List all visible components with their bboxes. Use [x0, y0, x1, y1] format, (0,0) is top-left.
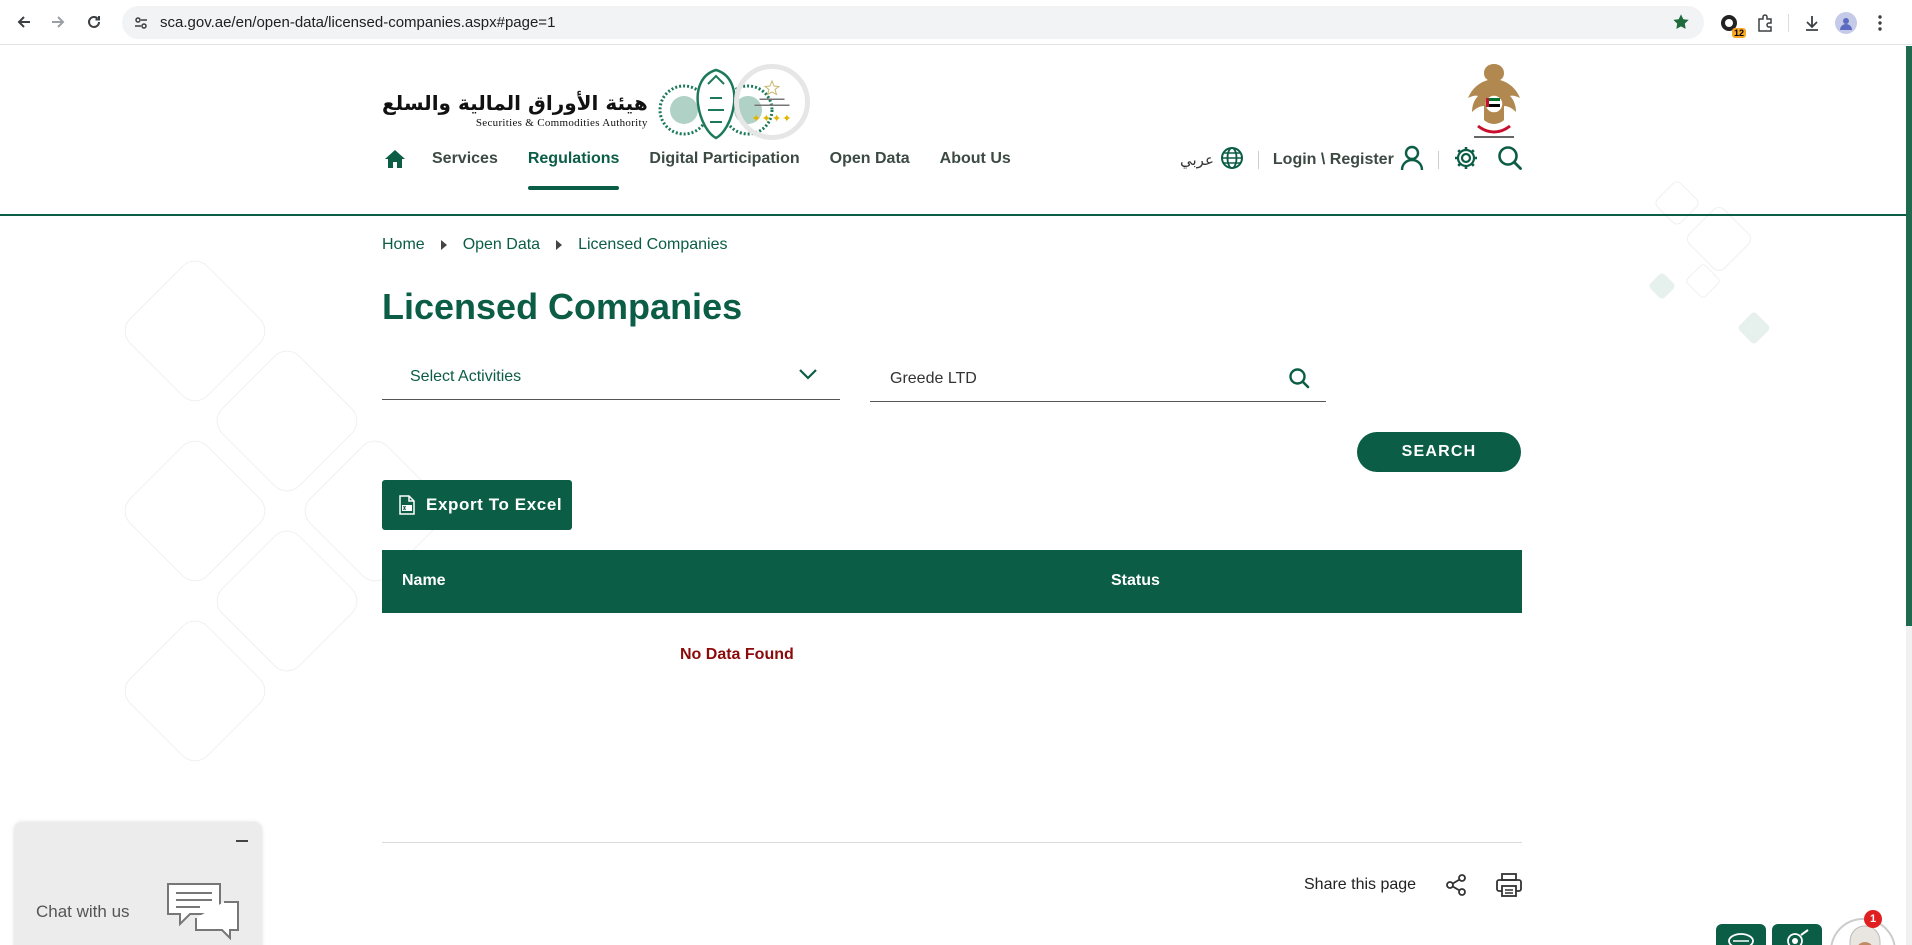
activities-select-label: Select Activities: [410, 367, 522, 385]
browser-menu-icon[interactable]: [1867, 10, 1893, 36]
nav-open-data[interactable]: Open Data: [830, 140, 910, 178]
export-label: Export To Excel: [426, 495, 563, 514]
decor-diamond: [1647, 271, 1677, 301]
accessibility-button[interactable]: [1716, 924, 1766, 945]
share-label: Share this page: [1304, 876, 1417, 893]
header-divider: [0, 214, 1906, 216]
uae-emblem-logo: [1468, 64, 1520, 138]
column-header-status[interactable]: Status: [1111, 572, 1160, 590]
award-emblem-icon: [763, 79, 781, 96]
settings-gear-icon[interactable]: [1453, 145, 1479, 176]
eye-icon: [1787, 929, 1809, 945]
breadcrumb-open-data[interactable]: Open Data: [463, 236, 540, 254]
breadcrumb-separator-icon: [556, 240, 563, 250]
export-to-excel-button[interactable]: Export To Excel: [382, 480, 572, 530]
user-icon[interactable]: [1400, 145, 1424, 176]
extension-icon[interactable]: 12: [1716, 10, 1746, 38]
decor-diamond: [1737, 311, 1771, 345]
toolbar-divider: [1788, 13, 1789, 32]
award-caption: ▬▬▬▬▬ ▬▬▬▬▬▬▬: [754, 95, 790, 108]
search-button[interactable]: SEARCH: [1357, 432, 1521, 472]
excellence-award-logo: ▬▬▬▬▬ ▬▬▬▬▬▬▬ ✦✦✦✦: [734, 64, 810, 140]
excel-file-icon: [399, 495, 415, 515]
chat-label[interactable]: Chat with us: [36, 902, 130, 922]
utility-navigation: عربي Login \ Register: [1180, 144, 1523, 176]
globe-icon[interactable]: [1220, 146, 1244, 175]
column-header-name[interactable]: Name: [402, 572, 446, 590]
breadcrumb: Home Open Data Licensed Companies: [382, 236, 728, 254]
empty-state-message: No Data Found: [680, 646, 794, 663]
logo-arabic-text: هيئة الأوراق المالية والسلع: [382, 91, 648, 115]
assistant-avatar-icon: [1832, 920, 1894, 945]
nav-digital-participation[interactable]: Digital Participation: [649, 140, 799, 178]
page-title: Licensed Companies: [382, 286, 743, 327]
reload-icon[interactable]: [76, 4, 112, 40]
notification-badge: 1: [1864, 910, 1882, 928]
extension-badge: 12: [1731, 27, 1746, 38]
eye-tool-button[interactable]: [1772, 924, 1822, 945]
login-register-link[interactable]: Login \ Register: [1273, 151, 1394, 169]
address-bar[interactable]: sca.gov.ae/en/open-data/licensed-compani…: [122, 6, 1704, 39]
nav-services[interactable]: Services: [432, 140, 498, 178]
company-search-input[interactable]: Greede LTD: [870, 356, 1326, 402]
chevron-down-icon: [799, 369, 817, 380]
nav-divider: [1437, 151, 1439, 169]
award-stars: ✦✦✦✦: [751, 112, 793, 125]
results-table-header: Name Status: [382, 550, 1522, 613]
virtual-assistant-avatar[interactable]: [1830, 918, 1896, 945]
activities-select[interactable]: Select Activities: [382, 354, 840, 400]
print-icon[interactable]: [1496, 873, 1522, 902]
chat-widget[interactable]: Chat with us: [14, 822, 262, 945]
seal-small-icon: [1728, 933, 1754, 945]
download-icon[interactable]: [1799, 10, 1825, 36]
site-settings-icon[interactable]: [122, 15, 160, 31]
search-field-icon[interactable]: [1288, 367, 1310, 389]
main-navigation: Services Regulations Digital Participati…: [382, 138, 1041, 190]
footer-divider: [382, 842, 1522, 843]
nav-divider: [1257, 151, 1259, 169]
url-text[interactable]: sca.gov.ae/en/open-data/licensed-compani…: [160, 14, 555, 31]
nav-regulations[interactable]: Regulations: [527, 140, 619, 190]
profile-avatar[interactable]: [1835, 11, 1857, 34]
page-scrollbar[interactable]: [1906, 46, 1912, 945]
extensions-puzzle-icon[interactable]: [1752, 10, 1778, 36]
breadcrumb-licensed-companies[interactable]: Licensed Companies: [578, 236, 727, 254]
company-search-value[interactable]: Greede LTD: [890, 370, 977, 388]
home-icon[interactable]: [382, 146, 408, 172]
chat-bubble-icon: [167, 883, 239, 940]
scrollbar-thumb[interactable]: [1906, 46, 1912, 626]
decor-diamond: [1652, 178, 1702, 228]
chat-minimize-icon[interactable]: [236, 840, 248, 842]
language-switch-label[interactable]: عربي: [1180, 151, 1214, 169]
share-icon[interactable]: [1444, 873, 1468, 902]
breadcrumb-separator-icon: [440, 240, 447, 250]
browser-toolbar: sca.gov.ae/en/open-data/licensed-compani…: [0, 0, 1912, 45]
page-viewport: هيئة الأوراق المالية والسلع Securities &…: [0, 46, 1906, 945]
back-icon[interactable]: [6, 4, 42, 40]
logo-english-text: Securities & Commodities Authority: [475, 117, 648, 129]
forward-icon[interactable]: [40, 4, 76, 40]
search-icon[interactable]: [1497, 145, 1523, 176]
nav-about-us[interactable]: About Us: [940, 140, 1011, 178]
bookmark-star-icon[interactable]: [1672, 13, 1690, 36]
breadcrumb-home[interactable]: Home: [382, 236, 425, 254]
